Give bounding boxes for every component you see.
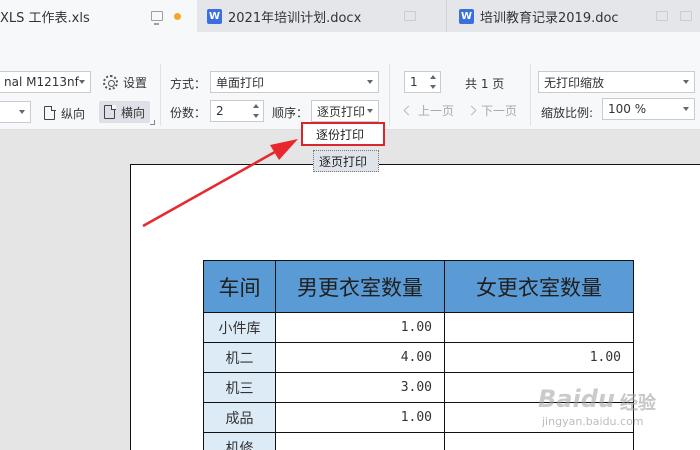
watermark-logo: Baidu	[538, 385, 615, 413]
watermark: Baidu 经验 jingyan.baidu.com	[538, 385, 688, 445]
watermark-url: jingyan.baidu.com	[542, 415, 644, 428]
watermark-text: 经验	[620, 393, 656, 414]
annotation-arrow	[142, 139, 298, 228]
arrow-head-icon	[270, 139, 298, 160]
arrow-line	[142, 146, 283, 228]
